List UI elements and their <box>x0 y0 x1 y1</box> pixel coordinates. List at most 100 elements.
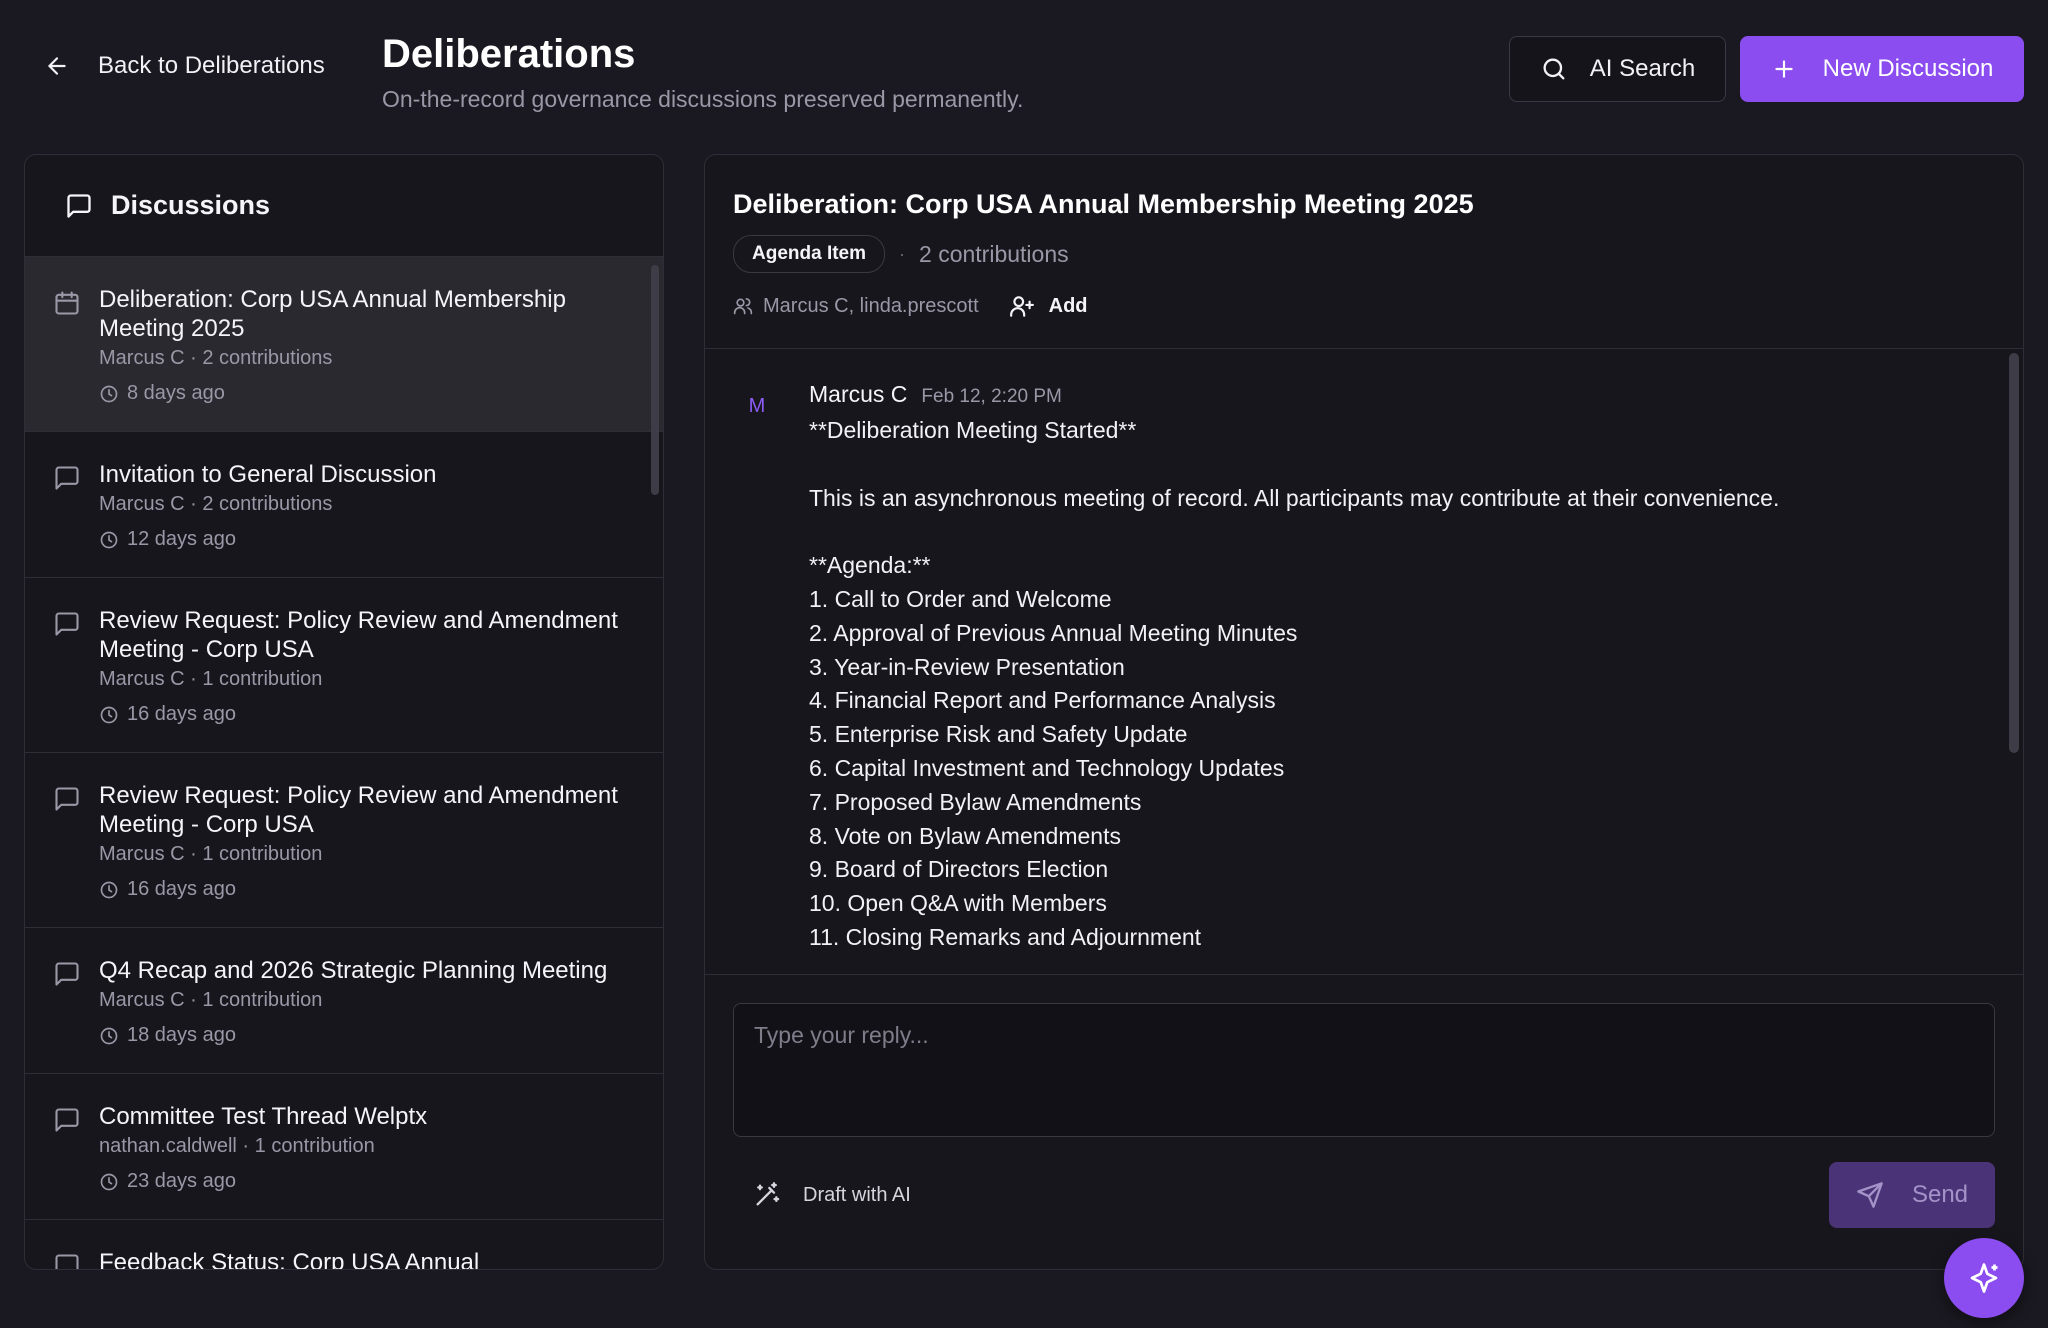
message-line: 5. Enterprise Risk and Safety Update <box>809 721 1188 748</box>
back-to-deliberations-link[interactable]: Back to Deliberations <box>44 52 325 80</box>
discussion-time-label: 23 days ago <box>127 1170 236 1192</box>
discussion-meta: Marcus C · 2 contributions <box>99 493 333 515</box>
discussion-list-scrollbar[interactable] <box>651 265 659 495</box>
message-line: **Deliberation Meeting Started** <box>809 417 1137 443</box>
reply-composer: Draft with AI Send <box>705 974 2023 1269</box>
ai-assistant-button[interactable] <box>1944 1238 2024 1318</box>
discussion-time-label: 8 days ago <box>127 382 225 404</box>
discussion-list[interactable]: Deliberation: Corp USA Annual Membership… <box>25 257 663 1270</box>
participants-list: Marcus C, linda.prescott <box>763 294 979 317</box>
discussion-item-annual-meeting[interactable]: Deliberation: Corp USA Annual Membership… <box>25 257 663 432</box>
magic-wand-icon <box>756 1182 780 1206</box>
message-line: 2. Approval of Previous Annual Meeting M… <box>809 619 1298 646</box>
discussion-time: 18 days ago <box>99 1024 639 1047</box>
discussion-item-general-invitation[interactable]: Invitation to General Discussion Marcus … <box>25 432 663 578</box>
search-icon <box>1543 58 1565 80</box>
avatar: M <box>748 395 766 417</box>
message-line: 11. Closing Remarks and Adjournment <box>809 923 1202 950</box>
discussion-title: Invitation to General Discussion <box>99 461 437 488</box>
page-title: Deliberations <box>382 32 636 76</box>
discussion-item-policy-review-1[interactable]: Review Request: Policy Review and Amendm… <box>25 578 663 753</box>
discussion-item-feedback-status[interactable]: Feedback Status: Corp USA Annual <box>25 1220 663 1270</box>
message-date: Feb 12, 2:20 PM <box>921 386 1062 407</box>
message-body: Marcus C Feb 12, 2:20 PM **Deliberation … <box>809 381 2023 955</box>
discussion-meta: Marcus C · 1 contribution <box>99 843 323 865</box>
discussion-meta: Marcus C · 2 contributions <box>99 347 333 369</box>
message-line <box>809 448 2023 482</box>
discussion-title: Deliberation: Corp USA Annual Membership… <box>99 286 566 342</box>
discussions-panel: Discussions Deliberation: Corp USA Annua… <box>24 154 664 1270</box>
ai-search-label: AI Search <box>1589 55 1696 82</box>
message-square-icon <box>55 466 79 490</box>
thread-title: Deliberation: Corp USA Annual Membership… <box>733 189 1474 219</box>
discussion-time: 8 days ago <box>99 382 639 405</box>
discussion-item-policy-review-2[interactable]: Review Request: Policy Review and Amendm… <box>25 753 663 928</box>
clock-icon <box>100 531 118 548</box>
message-line: 9. Board of Directors Election <box>809 856 1109 883</box>
message-line: 3. Year-in-Review Presentation <box>809 653 1125 680</box>
message-square-icon <box>55 1108 79 1132</box>
new-discussion-label: New Discussion <box>1822 55 1994 82</box>
clock-icon <box>100 1173 118 1190</box>
participants-row: Marcus C, linda.prescott Add <box>733 293 1995 319</box>
separator: · <box>899 243 906 264</box>
clock-icon <box>100 881 118 898</box>
user-plus-icon <box>1009 296 1034 317</box>
message-square-icon <box>55 962 79 986</box>
clock-icon <box>100 1027 118 1044</box>
message: M Marcus C Feb 12, 2:20 PM **Deliberatio… <box>745 381 2023 955</box>
thread-tags: Agenda Item · 2 contributions <box>733 235 1995 273</box>
discussion-time: 16 days ago <box>99 878 639 901</box>
new-discussion-button[interactable]: New Discussion <box>1740 36 2024 102</box>
page-subtitle: On-the-record governance discussions pre… <box>382 86 1024 112</box>
discussion-title: Q4 Recap and 2026 Strategic Planning Mee… <box>99 957 608 984</box>
message-list[interactable]: M Marcus C Feb 12, 2:20 PM **Deliberatio… <box>705 349 2023 974</box>
discussion-title: Committee Test Thread Welptx <box>99 1103 428 1130</box>
message-line: 7. Proposed Bylaw Amendments <box>809 788 1142 815</box>
discussion-item-committee-test[interactable]: Committee Test Thread Welptx nathan.cald… <box>25 1074 663 1220</box>
title-block: Deliberations On-the-record governance d… <box>382 30 1023 113</box>
message-line: 4. Financial Report and Performance Anal… <box>809 687 1276 714</box>
thread-header: Deliberation: Corp USA Annual Membership… <box>705 155 2023 349</box>
message-list-scrollbar[interactable] <box>2009 353 2019 753</box>
sparkles-icon <box>1970 1263 1998 1293</box>
draft-with-ai-button[interactable]: Draft with AI <box>753 1181 911 1209</box>
discussion-item-q4-recap[interactable]: Q4 Recap and 2026 Strategic Planning Mee… <box>25 928 663 1074</box>
message-line <box>809 515 2023 549</box>
discussion-time-label: 16 days ago <box>127 878 236 900</box>
message-line: 8. Vote on Bylaw Amendments <box>809 822 1121 849</box>
discussion-time: 12 days ago <box>99 528 639 551</box>
message-square-icon <box>55 787 79 811</box>
message-line: 10. Open Q&A with Members <box>809 890 1107 917</box>
deliberations-page: Back to Deliberations Deliberations On-t… <box>0 0 2048 1328</box>
discussions-header: Discussions <box>25 155 663 257</box>
back-label: Back to Deliberations <box>98 52 325 79</box>
send-button[interactable]: Send <box>1829 1162 1995 1228</box>
message-line: This is an asynchronous meeting of recor… <box>809 484 1780 511</box>
contribution-count: 2 contributions <box>919 240 1069 267</box>
plus-icon <box>1774 60 1793 78</box>
discussion-meta: Marcus C · 1 contribution <box>99 989 323 1011</box>
send-icon <box>1857 1182 1883 1208</box>
arrow-left-icon <box>48 57 66 75</box>
discussion-time-label: 18 days ago <box>127 1024 236 1046</box>
discussion-title: Review Request: Policy Review and Amendm… <box>99 782 618 838</box>
discussion-time-label: 12 days ago <box>127 528 236 550</box>
clock-icon <box>100 706 118 723</box>
message-content: **Deliberation Meeting Started** This is… <box>809 414 2023 955</box>
ai-search-button[interactable]: AI Search <box>1509 36 1726 102</box>
message-line: 1. Call to Order and Welcome <box>809 585 1112 612</box>
message-header: Marcus C Feb 12, 2:20 PM <box>809 381 2023 408</box>
message-square-icon <box>67 193 91 218</box>
discussion-meta: nathan.caldwell · 1 contribution <box>99 1135 375 1157</box>
message-line: 6. Capital Investment and Technology Upd… <box>809 754 1285 781</box>
discussion-title: Feedback Status: Corp USA Annual <box>99 1249 480 1270</box>
discussion-title: Review Request: Policy Review and Amendm… <box>99 607 618 663</box>
clock-icon <box>100 385 118 402</box>
reply-input[interactable] <box>733 1003 1995 1137</box>
message-line: **Agenda:** <box>809 552 931 579</box>
thread-panel: Deliberation: Corp USA Annual Membership… <box>704 154 2024 1270</box>
draft-label: Draft with AI <box>803 1183 911 1206</box>
add-participant-button[interactable]: Add <box>1009 293 1088 319</box>
discussion-meta: Marcus C · 1 contribution <box>99 668 323 690</box>
